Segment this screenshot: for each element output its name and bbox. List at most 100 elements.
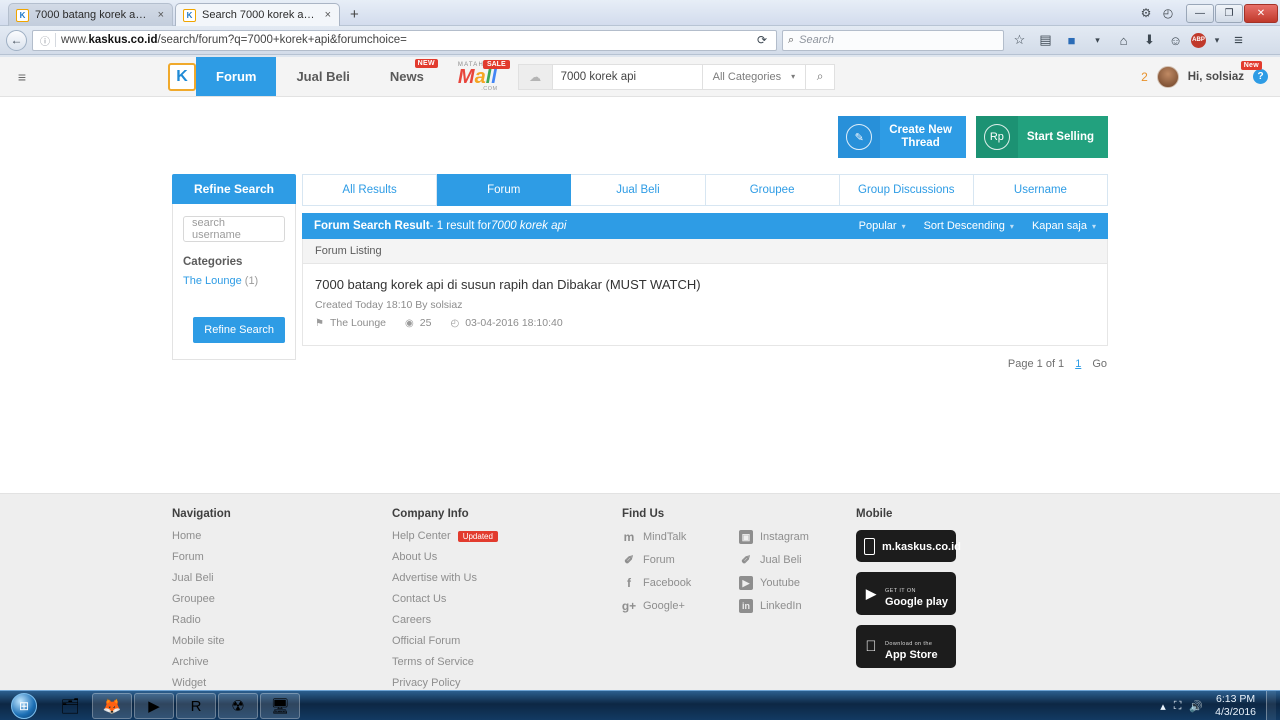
sort-direction[interactable]: Sort Descending ▾ xyxy=(924,220,1014,232)
social-link-mindtalk[interactable]: m MindTalk xyxy=(622,530,739,544)
list-item[interactable]: 7000 batang korek api di susun rapih dan… xyxy=(315,277,1095,329)
social-link-instagram[interactable]: ▣ Instagram xyxy=(739,530,856,544)
tab-groupee[interactable]: Groupee xyxy=(705,174,840,206)
footer-link-careers[interactable]: Careers xyxy=(392,614,622,626)
adblock-icon[interactable]: ABP xyxy=(1191,32,1206,48)
mall-letter: M xyxy=(457,65,475,88)
title-bar: K 7000 batang korek api di su... × K Sea… xyxy=(0,0,1280,26)
social-link-linkedin[interactable]: in LinkedIn xyxy=(739,599,856,613)
page-number-1[interactable]: 1 xyxy=(1075,358,1081,370)
cloud-icon[interactable]: ☁ xyxy=(517,63,552,90)
refine-search-button[interactable]: Refine Search xyxy=(193,317,285,343)
tab-all-results[interactable]: All Results xyxy=(302,174,438,206)
tab-group-discussions[interactable]: Group Discussions xyxy=(839,174,974,206)
category-item-the-lounge[interactable]: The Lounge (1) xyxy=(183,275,285,287)
footer-link-privacy[interactable]: Privacy Policy xyxy=(392,677,622,689)
close-button[interactable]: ✕ xyxy=(1244,3,1278,23)
sort-timeframe[interactable]: Kapan saja ▾ xyxy=(1032,220,1096,232)
social-link-youtube[interactable]: ▶ Youtube xyxy=(739,576,856,590)
clock[interactable]: 6:13 PM 4/3/2016 xyxy=(1211,693,1256,719)
user-greeting[interactable]: New Hi, solsiaz xyxy=(1188,60,1262,83)
footer-link-terms[interactable]: Terms of Service xyxy=(392,656,622,668)
history-icon[interactable]: ◴ xyxy=(1157,6,1179,20)
mobile-site-badge[interactable]: m.kaskus.co.id xyxy=(856,530,961,562)
start-button[interactable]: ⊞ xyxy=(3,692,45,720)
network-icon[interactable]: ⛶ xyxy=(1174,700,1182,713)
chevron-down-icon[interactable]: ▾ xyxy=(1211,30,1223,51)
footer-link-archive[interactable]: Archive xyxy=(172,656,392,668)
footer-link-radio[interactable]: Radio xyxy=(172,614,392,626)
footer-link-widget[interactable]: Widget xyxy=(172,677,392,689)
taskbar-item-firefox[interactable]: 🦊 xyxy=(92,693,132,719)
site-search-button[interactable]: ⌕ xyxy=(805,63,836,90)
browser-tab-2[interactable]: K Search 7000 korek api on F... × xyxy=(175,3,340,26)
chevron-down-icon[interactable]: ▾ xyxy=(1087,30,1108,51)
reload-icon[interactable]: ⟳ xyxy=(752,33,772,47)
tray-expand-icon[interactable]: ▴ xyxy=(1160,700,1166,713)
site-search-input[interactable]: 7000 korek api xyxy=(551,63,702,90)
bookmark-star-icon[interactable]: ☆ xyxy=(1009,30,1030,51)
taskbar-item-app-monitor[interactable]: 🖥 xyxy=(260,693,300,719)
footer-link-official-forum[interactable]: Official Forum xyxy=(392,635,622,647)
avatar[interactable] xyxy=(1156,65,1179,88)
start-selling-button[interactable]: Rp Start Selling xyxy=(975,116,1108,158)
social-link-twitter-forum[interactable]: ✐ Forum xyxy=(622,553,739,567)
search-username-input[interactable]: search username xyxy=(183,216,285,242)
taskbar-item-app-r[interactable]: R xyxy=(176,693,216,719)
footer-link-help-center[interactable]: Help Center Updated xyxy=(392,530,622,542)
category-select[interactable]: All Categories ▾ xyxy=(701,63,806,90)
nav-item-news[interactable]: NEW News xyxy=(370,57,444,96)
address-bar[interactable]: ⓘ www. kaskus.co.id/search/forum?q=7000+k… xyxy=(32,29,777,51)
new-tab-button[interactable]: + xyxy=(342,6,367,26)
nav-item-forum[interactable]: Forum xyxy=(196,57,277,96)
message-count[interactable]: 2 xyxy=(1141,70,1148,84)
back-button-icon[interactable]: ← xyxy=(6,29,27,51)
social-link-twitter-jual-beli[interactable]: ✐ Jual Beli xyxy=(739,553,856,567)
maximize-button[interactable]: ❐ xyxy=(1215,3,1243,23)
footer-link-advertise[interactable]: Advertise with Us xyxy=(392,572,622,584)
google-play-badge[interactable]: ▶ GET IT ON Google play xyxy=(856,572,956,615)
site-info-icon[interactable]: ⓘ xyxy=(37,33,53,48)
footer-link-jual-beli[interactable]: Jual Beli xyxy=(172,572,392,584)
footer-link-mobile-site[interactable]: Mobile site xyxy=(172,635,392,647)
downloads-icon[interactable]: ⬇ xyxy=(1139,30,1160,51)
menu-icon[interactable]: ≡ xyxy=(1228,30,1249,51)
volume-icon[interactable]: 🔊 xyxy=(1189,700,1203,713)
nav-item-jual-beli[interactable]: Jual Beli xyxy=(276,57,369,96)
taskbar-item-media-player[interactable]: ▶ xyxy=(134,693,174,719)
create-new-thread-button[interactable]: ✎ Create New Thread xyxy=(838,116,966,158)
result-forum-name[interactable]: The Lounge xyxy=(330,317,386,329)
kaskus-logo[interactable]: K xyxy=(168,57,196,96)
minimize-button[interactable]: — xyxy=(1186,3,1214,23)
result-query: 7000 korek api xyxy=(491,220,567,232)
app-store-badge[interactable]:  Download on the App Store xyxy=(856,625,956,668)
home-icon[interactable]: ⌂ xyxy=(1113,30,1134,51)
search-bar[interactable]: ▾ ⌕ Search xyxy=(782,29,1004,51)
footer-link-home[interactable]: Home xyxy=(172,530,392,542)
mataharimall-logo[interactable]: MATAHARI Mall .COM SALE xyxy=(444,57,512,96)
hamburger-menu-icon[interactable]: ≡ xyxy=(0,57,44,96)
help-icon[interactable]: ? xyxy=(1253,69,1268,84)
social-link-google-plus[interactable]: g+ Google+ xyxy=(622,599,739,613)
tab-forum[interactable]: Forum xyxy=(437,174,572,206)
footer-link-about-us[interactable]: About Us xyxy=(392,551,622,563)
show-desktop-button[interactable] xyxy=(1266,691,1276,720)
footer-link-forum[interactable]: Forum xyxy=(172,551,392,563)
tab-close-icon[interactable]: × xyxy=(325,9,331,21)
taskbar-item-explorer[interactable]: 🗂 xyxy=(50,693,90,719)
gear-icon[interactable]: ⚙ xyxy=(1135,6,1157,20)
chat-icon[interactable]: ☺ xyxy=(1165,30,1186,51)
tab-jual-beli[interactable]: Jual Beli xyxy=(571,174,706,206)
browser-tab-1[interactable]: K 7000 batang korek api di su... × xyxy=(8,3,173,26)
result-item-title[interactable]: 7000 batang korek api di susun rapih dan… xyxy=(315,277,1095,292)
go-button[interactable]: Go xyxy=(1092,358,1107,370)
tab-username[interactable]: Username xyxy=(973,174,1109,206)
taskbar-item-app-emblem[interactable]: ☢ xyxy=(218,693,258,719)
reader-icon[interactable]: ▤ xyxy=(1035,30,1056,51)
footer-link-groupee[interactable]: Groupee xyxy=(172,593,392,605)
footer-link-contact-us[interactable]: Contact Us xyxy=(392,593,622,605)
tab-close-icon[interactable]: × xyxy=(158,9,164,21)
save-icon[interactable]: ■ xyxy=(1061,30,1082,51)
sort-popular[interactable]: Popular ▾ xyxy=(859,220,906,232)
social-link-facebook[interactable]: f Facebook xyxy=(622,576,739,590)
